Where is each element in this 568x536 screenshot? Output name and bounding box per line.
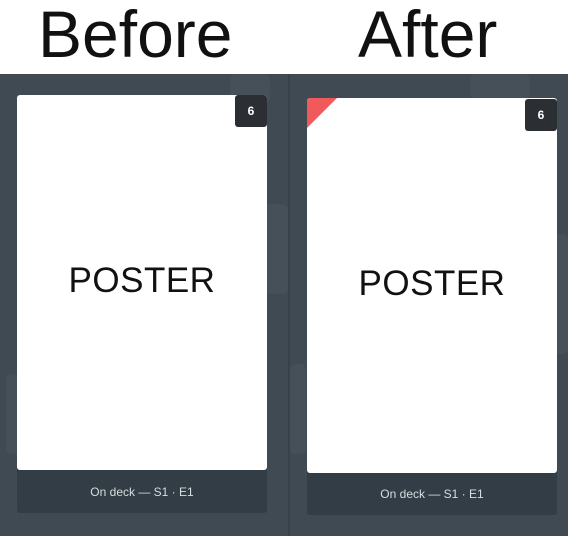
before-heading: Before [38, 0, 233, 71]
background-blur [470, 74, 530, 100]
comparison-header: Before After [0, 0, 568, 74]
after-heading: After [358, 0, 498, 71]
background-blur [290, 364, 306, 454]
card-caption: On deck — S1 · E1 [90, 485, 194, 499]
before-panel: POSTER 6 On deck — S1 · E1 [0, 74, 290, 536]
episode-card[interactable]: POSTER 6 On deck — S1 · E1 [307, 98, 557, 515]
card-caption: On deck — S1 · E1 [380, 487, 484, 501]
poster-label: POSTER [358, 264, 506, 303]
unwatched-count-badge: 6 [235, 95, 267, 127]
episode-card[interactable]: POSTER 6 On deck — S1 · E1 [17, 95, 267, 513]
unwatched-count-badge: 6 [525, 99, 557, 131]
poster-image[interactable]: POSTER 6 [307, 98, 557, 473]
poster-label: POSTER [68, 261, 216, 300]
poster-image[interactable]: POSTER 6 [17, 95, 267, 470]
unwatched-corner-indicator [307, 98, 337, 128]
after-panel: POSTER 6 On deck — S1 · E1 [290, 74, 568, 536]
